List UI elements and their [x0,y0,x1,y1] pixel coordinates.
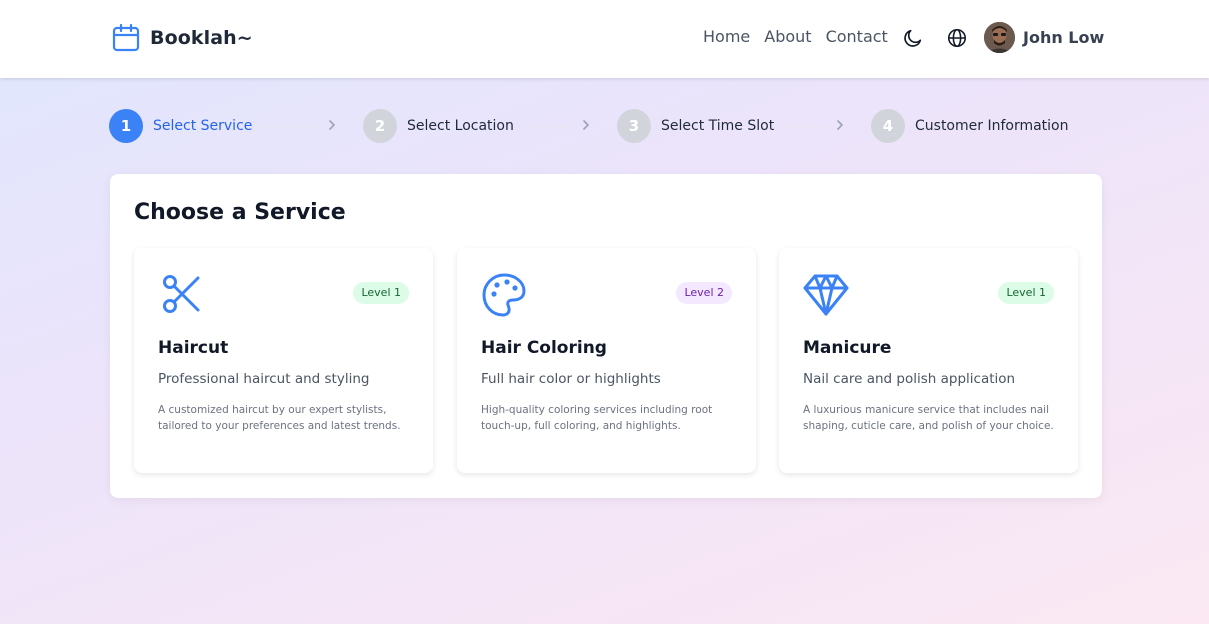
step-label: Select Service [153,118,253,134]
chevron-right-icon [581,118,591,132]
service-selection-panel: Choose a Service Level 1 Haircut Profess… [110,174,1102,498]
moon-icon [902,27,924,49]
step-select-time-slot[interactable]: 3 Select Time Slot [617,109,774,143]
service-card-haircut[interactable]: Level 1 Haircut Professional haircut and… [134,248,433,473]
step-number: 1 [109,109,143,143]
calendar-icon [111,23,141,53]
service-description: A customized haircut by our expert styli… [158,404,401,432]
chevron-right-icon [835,118,845,132]
main-nav: Home About Contact [703,27,902,46]
user-name: John Low [1023,28,1105,47]
step-number: 3 [617,109,651,143]
step-number: 4 [871,109,905,143]
chevron-right-icon [327,118,337,132]
step-select-service[interactable]: 1 Select Service [109,109,252,143]
nav-home-link[interactable]: Home [703,27,750,46]
step-select-location[interactable]: 2 Select Location [363,109,514,143]
service-summary: Professional haircut and styling [158,371,370,387]
palette-icon [481,272,527,318]
step-label: Select Time Slot [661,118,775,134]
level-badge: Level 1 [998,282,1054,304]
language-selector[interactable] [946,27,968,49]
page-title: Choose a Service [134,200,346,225]
service-card-hair-coloring[interactable]: Level 2 Hair Coloring Full hair color or… [457,248,756,473]
step-number: 2 [363,109,397,143]
level-badge: Level 2 [676,282,732,304]
step-connector [258,126,314,127]
service-name: Hair Coloring [481,338,607,358]
step-customer-information[interactable]: 4 Customer Information [871,109,1069,143]
level-badge: Level 1 [353,282,409,304]
globe-icon [946,27,968,49]
nav-contact-link[interactable]: Contact [826,27,888,46]
top-header: Booklah~ Home About Contact John Low [0,0,1209,78]
service-description: High-quality coloring services including… [481,404,713,432]
avatar [984,22,1015,53]
step-connector [780,126,822,127]
service-name: Manicure [803,338,892,358]
service-description: A luxurious manicure service that includ… [803,404,1054,432]
nav-about-link[interactable]: About [764,27,811,46]
gem-icon [803,272,849,318]
step-connector [522,126,568,127]
scissors-icon [158,272,204,318]
user-menu[interactable]: John Low [984,22,1104,53]
step-label: Select Location [407,118,514,134]
step-label: Customer Information [915,118,1069,134]
brand[interactable]: Booklah~ [111,23,253,53]
service-card-manicure[interactable]: Level 1 Manicure Nail care and polish ap… [779,248,1078,473]
service-summary: Nail care and polish application [803,371,1016,387]
dark-mode-toggle[interactable] [902,27,924,49]
service-name: Haircut [158,338,229,358]
brand-name: Booklah~ [150,27,253,49]
service-summary: Full hair color or highlights [481,371,661,387]
